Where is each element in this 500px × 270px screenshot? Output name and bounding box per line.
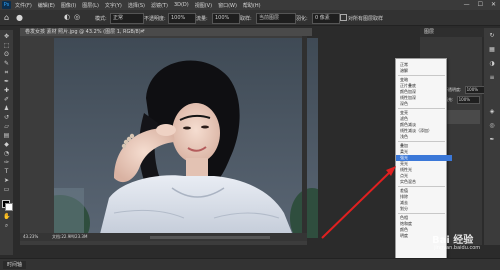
menu-window[interactable]: 窗口(W) xyxy=(218,2,237,9)
marquee-icon[interactable]: ⬚ xyxy=(3,42,10,49)
menu-layer[interactable]: 图层(L) xyxy=(82,2,99,9)
menu-select[interactable]: 选择(S) xyxy=(128,2,145,9)
menu-separator xyxy=(398,213,445,214)
flow-label: 流量: xyxy=(196,16,208,22)
move-icon[interactable]: ✥ xyxy=(3,33,10,40)
document-tab[interactable]: 卷发女孩 素材 照片.jpg @ 43.2% (图层 1, RGB/8) * ✕ xyxy=(20,28,312,36)
gradient-icon[interactable]: ▤ xyxy=(3,132,10,139)
blur-icon[interactable]: ◆ xyxy=(3,141,10,148)
rectangle-icon[interactable]: ▭ xyxy=(3,186,10,193)
bottom-bar: 时间轴 xyxy=(0,258,500,270)
sample-all-label: 对所有图层取样 xyxy=(348,16,384,22)
window-controls: — ☐ ✕ xyxy=(464,1,496,8)
paths-panel-icon[interactable]: ✒ xyxy=(488,136,496,144)
menu-separator xyxy=(398,75,445,76)
photo xyxy=(54,38,318,238)
menu-file[interactable]: 文件(F) xyxy=(15,2,32,9)
sample-select[interactable]: 当前图层 xyxy=(256,13,296,24)
zoom-level[interactable]: 43.23% xyxy=(23,233,38,241)
menu-3d[interactable]: 3D(D) xyxy=(174,2,189,9)
history-brush-icon[interactable]: ↺ xyxy=(3,114,10,121)
watermark-logo: Bai 经验 xyxy=(432,235,474,246)
opacity-input[interactable]: 100% xyxy=(168,13,196,24)
brush-icon[interactable]: ✐ xyxy=(3,96,10,103)
document-title: 卷发女孩 素材 照片.jpg @ 43.2% (图层 1, RGB/8) * xyxy=(25,29,145,35)
menu-filter[interactable]: 滤镜(T) xyxy=(151,2,168,9)
options-bar: ⌂ ● ◐ ◎ 模式: 正常 不透明度: 100% 流量: 100% 取样: 当… xyxy=(0,10,500,26)
healing-icon[interactable]: ✚ xyxy=(3,87,10,94)
maximize-button[interactable]: ☐ xyxy=(478,1,483,8)
mode-icon[interactable]: ◐ xyxy=(64,13,70,21)
sample-label: 取样: xyxy=(240,16,252,22)
eyedropper-icon[interactable]: ✒ xyxy=(3,78,10,85)
background-color-swatch[interactable] xyxy=(5,203,13,211)
flow-input[interactable]: 100% xyxy=(212,13,240,24)
blend-mode-item[interactable]: 实色混合 xyxy=(396,179,452,185)
history-panel-icon[interactable]: ↻ xyxy=(488,32,496,40)
blend-mode-item[interactable]: 划分 xyxy=(396,206,452,212)
quick-select-icon[interactable]: ✎ xyxy=(3,60,10,67)
document-window: 卷发女孩 素材 照片.jpg @ 43.2% (图层 1, RGB/8) * ✕ xyxy=(20,28,318,245)
layers-panel-icon[interactable]: ◈ xyxy=(488,108,496,116)
adjustments-panel-icon[interactable]: ◑ xyxy=(488,60,496,68)
feather-input[interactable]: 0 像素 xyxy=(312,13,340,24)
clone-stamp-icon[interactable]: ♟ xyxy=(3,105,10,112)
hand-icon[interactable]: ✋ xyxy=(3,213,10,220)
blend-mode-item[interactable]: 深色 xyxy=(396,101,452,107)
mode-label: 模式: xyxy=(95,16,107,22)
crop-icon[interactable]: ⌗ xyxy=(3,69,10,76)
pen-icon[interactable]: ✑ xyxy=(3,159,10,166)
menu-separator xyxy=(398,186,445,187)
blend-mode-item[interactable]: 溶解 xyxy=(396,68,452,74)
baidu-watermark: Bai 经验 jingyan.baidu.com xyxy=(432,231,498,253)
home-icon[interactable]: ⌂ xyxy=(4,13,9,22)
properties-panel-icon[interactable]: ≡ xyxy=(488,74,496,82)
menu-image[interactable]: 图像(I) xyxy=(61,2,76,9)
menu-edit[interactable]: 编辑(E) xyxy=(38,2,55,9)
pressure-icon[interactable]: ◎ xyxy=(74,13,80,21)
timeline-tab[interactable]: 时间轴 xyxy=(3,261,27,269)
blend-mode-item[interactable]: 浅色 xyxy=(396,134,452,140)
menu-separator xyxy=(398,141,445,142)
minimize-button[interactable]: — xyxy=(464,1,470,8)
layer-fill-input[interactable]: 100% xyxy=(456,96,480,104)
horizontal-scrollbar[interactable] xyxy=(150,236,270,239)
lasso-icon[interactable]: ʘ xyxy=(3,51,10,58)
menu-bar: Ps 文件(F) 编辑(E) 图像(I) 图层(L) 文字(Y) 选择(S) 滤… xyxy=(0,0,500,10)
panel-icon-strip: ↻ ▦ ◑ ≡ ◈ ◎ ✒ xyxy=(484,28,500,245)
image-canvas[interactable] xyxy=(54,38,318,238)
dodge-icon[interactable]: ◔ xyxy=(3,150,10,157)
close-window-button[interactable]: ✕ xyxy=(491,1,496,8)
brush-preset-icon[interactable]: ● xyxy=(16,13,23,22)
path-select-icon[interactable]: ➤ xyxy=(3,177,10,184)
layers-panel-header[interactable]: 图层 xyxy=(420,28,486,37)
close-document-icon[interactable]: ✕ xyxy=(140,28,144,36)
tools-panel: ✥ ⬚ ʘ ✎ ⌗ ✒ ✚ ✐ ♟ ↺ ▱ ▤ ◆ ◔ ✑ T ➤ ▭ ✋ ⌕ xyxy=(0,30,13,255)
menu-view[interactable]: 视图(V) xyxy=(195,2,212,9)
watermark-url: jingyan.baidu.com xyxy=(434,245,481,251)
channels-panel-icon[interactable]: ◎ xyxy=(488,122,496,130)
sample-all-checkbox[interactable] xyxy=(340,14,347,21)
photoshop-logo: Ps xyxy=(2,1,11,9)
menu-list: 文件(F) 编辑(E) 图像(I) 图层(L) 文字(Y) 选择(S) 滤镜(T… xyxy=(15,2,261,9)
zoom-icon[interactable]: ⌕ xyxy=(3,222,10,229)
feather-label: 羽化: xyxy=(296,16,308,22)
menu-help[interactable]: 帮助(H) xyxy=(243,2,261,9)
type-icon[interactable]: T xyxy=(3,168,10,175)
eraser-icon[interactable]: ▱ xyxy=(3,123,10,130)
opacity-label: 不透明度: xyxy=(144,16,166,22)
menu-type[interactable]: 文字(Y) xyxy=(105,2,122,9)
mode-select[interactable]: 正常 xyxy=(110,13,144,24)
document-info: 文档:22.9M/23.3M xyxy=(52,234,88,239)
vertical-scrollbar[interactable] xyxy=(302,36,307,233)
menu-separator xyxy=(398,108,445,109)
swatches-panel-icon[interactable]: ▦ xyxy=(488,46,496,54)
